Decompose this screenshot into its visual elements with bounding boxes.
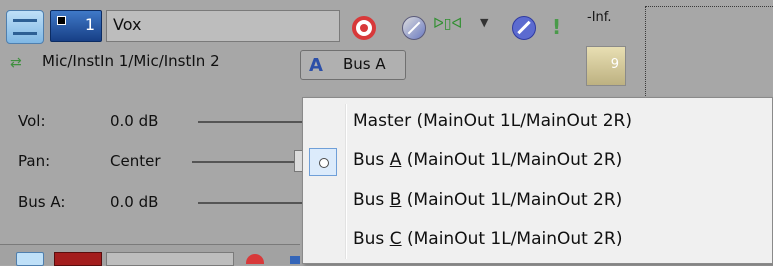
track-number: 1 <box>84 15 95 34</box>
minimize-track-button[interactable] <box>6 10 44 44</box>
track-icon[interactable] <box>290 256 300 264</box>
menu-item-bus-b[interactable]: Bus B (MainOut 1L/MainOut 2R) <box>303 182 772 222</box>
mute-icon[interactable] <box>512 16 536 40</box>
bus-output-label: Bus A <box>343 55 386 73</box>
pan-label: Pan: <box>18 152 51 170</box>
meter-value: 9 <box>610 57 619 72</box>
bus-a-send-slider[interactable] <box>198 202 302 204</box>
menu-item-indicator <box>309 109 337 137</box>
menu-item-label: Master (MainOut 1L/MainOut 2R) <box>353 111 632 131</box>
solo-icon[interactable]: ! <box>552 15 561 39</box>
input-routing-icon[interactable]: ⇄ <box>10 55 22 71</box>
fx-dropdown-icon[interactable]: ▼ <box>480 16 488 29</box>
bus-a-send-label: Bus A: <box>18 193 66 211</box>
invert-phase-icon[interactable] <box>402 16 426 40</box>
pan-slider[interactable] <box>192 161 302 163</box>
menu-item-indicator <box>309 227 337 255</box>
record-arm-icon[interactable] <box>352 16 376 40</box>
track-color-swatch <box>57 16 66 25</box>
menu-item-label: Bus B (MainOut 1L/MainOut 2R) <box>353 190 623 210</box>
menu-item-bus-a[interactable]: Bus A (MainOut 1L/MainOut 2R) <box>303 142 772 182</box>
menu-item-label: Bus C (MainOut 1L/MainOut 2R) <box>353 229 623 249</box>
level-meter: 9 <box>586 46 626 86</box>
menu-item-label: Bus A (MainOut 1L/MainOut 2R) <box>353 150 623 170</box>
divider <box>645 6 773 9</box>
vol-label: Vol: <box>18 112 46 130</box>
pan-value[interactable]: Center <box>110 152 161 170</box>
track-fx-icon[interactable]: ᐅ▯ᐊ <box>433 16 477 40</box>
track-number-badge[interactable]: 1 <box>50 10 102 42</box>
vol-value[interactable]: 0.0 dB <box>110 112 158 130</box>
vol-slider[interactable] <box>198 121 302 123</box>
menu-item-indicator <box>309 188 337 216</box>
bus-a-send-value[interactable]: 0.0 dB <box>110 193 158 211</box>
track-name-field[interactable]: Vox <box>106 10 340 42</box>
menu-item-master[interactable]: Master (MainOut 1L/MainOut 2R) <box>303 103 772 143</box>
bus-output-button[interactable]: A Bus A <box>300 50 406 80</box>
bus-output-menu: Master (MainOut 1L/MainOut 2R) Bus A (Ma… <box>302 97 773 264</box>
radio-selected-icon <box>309 148 337 176</box>
input-routing-label[interactable]: Mic/InstIn 1/Mic/InstIn 2 <box>42 52 220 70</box>
bus-a-icon: A <box>309 55 323 76</box>
menu-item-bus-c[interactable]: Bus C (MainOut 1L/MainOut 2R) <box>303 221 772 261</box>
peak-meter-label: -Inf. <box>587 10 612 25</box>
divider <box>645 6 646 96</box>
